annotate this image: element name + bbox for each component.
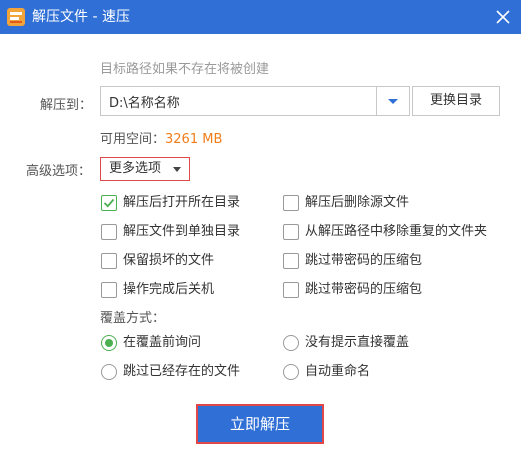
window-title: 解压文件 - 速压: [32, 9, 130, 25]
app-icon: [6, 7, 26, 27]
extract-dialog: 解压文件 - 速压 目标路径如果不存在将被创建 解压到： 更换目录 可用空间：3…: [0, 0, 521, 458]
change-directory-button[interactable]: 更换目录: [412, 86, 500, 116]
checkbox[interactable]: [101, 195, 117, 211]
radio-label: 自动重命名: [305, 364, 371, 379]
checkbox[interactable]: [283, 282, 299, 298]
checkbox[interactable]: [283, 195, 299, 211]
checkbox[interactable]: [101, 253, 117, 269]
chevron-down-icon: [388, 99, 398, 104]
extract-now-button[interactable]: 立即解压: [196, 404, 324, 444]
path-input[interactable]: [101, 87, 379, 115]
checkbox[interactable]: [283, 253, 299, 269]
option-label: 跳过带密码的压缩包: [305, 253, 423, 268]
caret-down-icon: [173, 167, 181, 172]
checkbox[interactable]: [283, 224, 299, 240]
more-options-label: 更多选项: [109, 161, 162, 176]
free-space: 可用空间：3261 MB: [100, 128, 222, 147]
path-dropdown-button[interactable]: [376, 87, 409, 115]
checkbox[interactable]: [101, 224, 117, 240]
radio-button[interactable]: [101, 364, 117, 380]
radio-button[interactable]: [283, 364, 299, 380]
close-icon[interactable]: [493, 7, 513, 27]
radio-button[interactable]: [101, 335, 117, 351]
more-options-button[interactable]: 更多选项: [100, 157, 190, 181]
radio-button[interactable]: [283, 335, 299, 351]
free-space-value: 3261 MB: [165, 132, 223, 147]
option-label: 从解压路径中移除重复的文件夹: [305, 224, 488, 239]
free-space-label: 可用空间：: [100, 132, 166, 147]
radio-label: 在覆盖前询问: [123, 335, 202, 350]
option-label: 操作完成后关机: [123, 282, 215, 297]
path-hint: 目标路径如果不存在将被创建: [100, 62, 270, 77]
option-label: 解压后打开所在目录: [123, 195, 241, 210]
extract-to-label: 解压到：: [40, 98, 93, 113]
option-label: 跳过带密码的压缩包: [305, 282, 423, 297]
option-label: 解压后删除源文件: [305, 195, 410, 210]
title-bar: 解压文件 - 速压: [0, 0, 521, 34]
overwrite-mode-label: 覆盖方式：: [100, 311, 166, 326]
option-label: 解压文件到单独目录: [123, 224, 241, 239]
option-label: 保留损坏的文件: [123, 253, 215, 268]
path-combobox: [100, 86, 410, 116]
advanced-options-label: 高级选项：: [26, 164, 92, 179]
radio-label: 没有提示直接覆盖: [305, 335, 410, 350]
checkbox[interactable]: [101, 282, 117, 298]
radio-label: 跳过已经存在的文件: [123, 364, 241, 379]
